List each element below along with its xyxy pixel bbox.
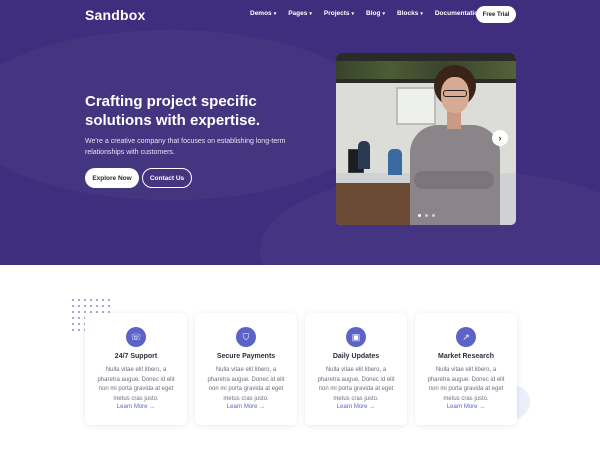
- image-background-person: [358, 141, 370, 169]
- image-background-person: [388, 149, 402, 175]
- feature-title: Secure Payments: [216, 353, 276, 360]
- hero-image: [336, 53, 516, 225]
- feature-card-research: ↗ Market Research Nulla vitae elit liber…: [415, 313, 517, 425]
- nav-item-pages[interactable]: Pages ▾: [288, 10, 312, 17]
- feature-title: Daily Updates: [332, 353, 380, 360]
- site-logo[interactable]: Sandbox: [85, 7, 146, 23]
- learn-more-link[interactable]: Learn More →: [195, 404, 297, 410]
- nav-item-demos[interactable]: Demos ▾: [250, 10, 276, 17]
- nav-menu: Demos ▾ Pages ▾ Projects ▾ Blog ▾ Blocks ▾ Do…: [250, 10, 487, 17]
- nav-item-label: Projects: [323, 10, 350, 17]
- nav-item-label: Blocks: [397, 10, 419, 17]
- chevron-down-icon: ▾: [273, 10, 277, 17]
- learn-more-link[interactable]: Learn More →: [85, 404, 187, 410]
- image-woman-glasses: [443, 90, 467, 97]
- carousel-indicators: [418, 214, 435, 217]
- feature-card-support: ☏ 24/7 Support Nulla vitae elit libero, …: [85, 313, 187, 425]
- feature-text: Nulla vitae elit libero, a pharetra augu…: [317, 367, 395, 402]
- carousel-dot[interactable]: [418, 214, 421, 217]
- feature-text: Nulla vitae elit libero, a pharetra augu…: [207, 367, 285, 402]
- image-woman-arms: [414, 171, 494, 189]
- feature-text: Nulla vitae elit libero, a pharetra augu…: [427, 367, 505, 402]
- chart-icon: ↗: [456, 327, 476, 347]
- free-trial-button[interactable]: Free Trial: [476, 6, 516, 23]
- headset-icon: ☏: [126, 327, 146, 347]
- learn-more-link[interactable]: Learn More →: [305, 404, 407, 410]
- laptop-icon: ▣: [346, 327, 366, 347]
- chevron-down-icon: ▾: [351, 10, 355, 17]
- nav-item-projects[interactable]: Projects ▾: [324, 10, 354, 17]
- chevron-down-icon: ▾: [309, 10, 312, 17]
- hero-section: Sandbox Demos ▾ Pages ▾ Projects ▾ Blog ▾ Bl…: [0, 0, 600, 265]
- carousel-dot[interactable]: [425, 214, 428, 217]
- feature-title: Market Research: [437, 353, 495, 360]
- explore-now-button[interactable]: Explore Now: [85, 168, 139, 188]
- shield-icon: ⛉: [236, 327, 256, 347]
- image-woman-neck: [447, 111, 461, 129]
- image-plants: [336, 61, 516, 79]
- hero-title: Crafting project specific solutions with…: [85, 93, 261, 129]
- carousel-next-button[interactable]: ›: [492, 130, 508, 146]
- nav-item-label: Demos: [250, 10, 272, 17]
- feature-card-updates: ▣ Daily Updates Nulla vitae elit libero,…: [305, 313, 407, 425]
- nav-item-blog[interactable]: Blog ▾: [366, 10, 385, 17]
- nav-item-label: Pages: [288, 10, 308, 17]
- nav-item-label: Blog: [366, 10, 381, 17]
- chevron-down-icon: ▾: [382, 10, 386, 17]
- feature-card-payments: ⛉ Secure Payments Nulla vitae elit liber…: [195, 313, 297, 425]
- feature-text: Nulla vitae elit libero, a pharetra augu…: [97, 367, 175, 402]
- nav-item-blocks[interactable]: Blocks ▾: [397, 10, 423, 17]
- learn-more-link[interactable]: Learn More →: [415, 404, 517, 410]
- carousel-dot[interactable]: [432, 214, 435, 217]
- image-window: [396, 87, 436, 125]
- contact-us-button[interactable]: Contact Us: [142, 168, 192, 188]
- chevron-down-icon: ▾: [420, 10, 423, 17]
- hero-subtitle: We're a creative company that focuses on…: [85, 138, 286, 156]
- navbar: Sandbox Demos ▾ Pages ▾ Projects ▾ Blog ▾ Bl…: [0, 0, 600, 30]
- feature-title: 24/7 Support: [114, 353, 158, 360]
- features-section: ☏ 24/7 Support Nulla vitae elit libero, …: [85, 313, 517, 425]
